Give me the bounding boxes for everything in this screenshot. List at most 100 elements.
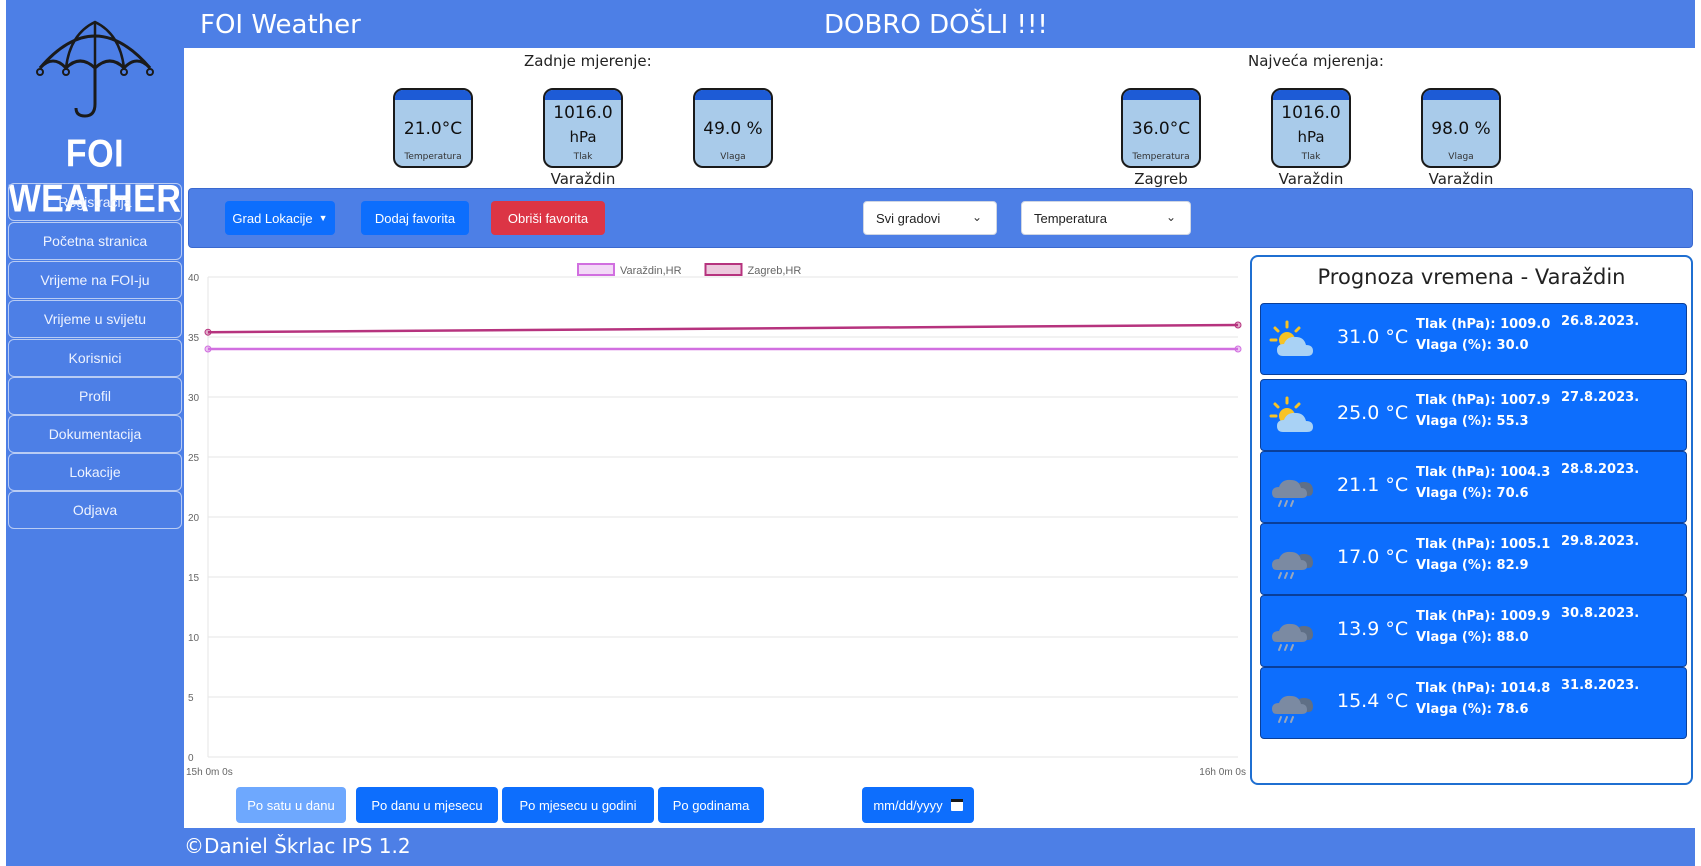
last-humidity-label: Vlaga bbox=[720, 152, 746, 162]
forecast-pressure: Tlak (hPa): 1009.0 bbox=[1416, 317, 1551, 332]
cities-select[interactable]: Svi gradovi ⌄ bbox=[863, 201, 997, 235]
last-temperature-value: 21.0°C bbox=[403, 119, 463, 139]
nav-dokumentacija[interactable]: Dokumentacija bbox=[8, 415, 182, 453]
max-temperature-gauge: 36.0°C Temperatura bbox=[1121, 88, 1201, 168]
max-pressure-unit: hPa bbox=[1297, 128, 1325, 146]
chevron-down-icon: ⌄ bbox=[971, 210, 982, 224]
forecast-date: 28.8.2023. bbox=[1561, 462, 1640, 477]
welcome-message: DOBRO DOŠLI !!! bbox=[824, 10, 1048, 40]
forecast-humidity: Vlaga (%): 82.9 bbox=[1416, 558, 1529, 573]
last-pressure-unit: hPa bbox=[569, 128, 597, 146]
forecast-pressure: Tlak (hPa): 1007.9 bbox=[1416, 393, 1551, 408]
last-temperature-label: Temperatura bbox=[404, 152, 462, 162]
forecast-humidity: Vlaga (%): 55.3 bbox=[1416, 414, 1529, 429]
last-pressure-value: 1016.0 bbox=[553, 103, 613, 123]
by-month-button[interactable]: Po mjesecu u godini bbox=[502, 787, 654, 823]
y-tick-label: 15 bbox=[188, 573, 200, 584]
legend-swatch bbox=[577, 263, 615, 276]
max-measurement-heading: Najveća mjerenja: bbox=[1248, 52, 1384, 70]
city-location-label: Grad Lokacije bbox=[232, 210, 313, 226]
max-humidity-gauge: 98.0 % Vlaga bbox=[1421, 88, 1501, 168]
rain-cloud-icon bbox=[1272, 623, 1313, 651]
nav-vrijeme-na-foi[interactable]: Vrijeme na FOI-ju bbox=[8, 261, 182, 299]
logo: FOI WEATHER bbox=[6, 8, 184, 221]
x-tick-label: 15h 0m 0s bbox=[186, 767, 233, 778]
footer-text: ©Daniel Škrlac IPS 1.2 bbox=[184, 834, 411, 858]
forecast-card: 15.4 °C Tlak (hPa): 1014.8 Vlaga (%): 78… bbox=[1260, 667, 1687, 739]
last-humidity-value: 49.0 % bbox=[703, 119, 763, 139]
forecast-temp: 21.1 °C bbox=[1337, 474, 1409, 496]
y-tick-label: 25 bbox=[188, 453, 200, 464]
caret-down-icon: ▼ bbox=[318, 213, 328, 223]
nav-vrijeme-u-svijetu[interactable]: Vrijeme u svijetu bbox=[8, 300, 182, 338]
rain-cloud-icon bbox=[1272, 551, 1313, 579]
last-pressure-gauge: 1016.0 hPa Tlak bbox=[543, 88, 623, 168]
rain-cloud-icon bbox=[1272, 479, 1313, 507]
add-favorite-button[interactable]: Dodaj favorita bbox=[361, 201, 469, 235]
forecast-pressure: Tlak (hPa): 1009.9 bbox=[1416, 609, 1551, 624]
temperature-chart: 0 5 10 15 20 25 30 35 40 15h 0m 0s 16h 0m 0s Varažd… bbox=[186, 260, 1246, 780]
forecast-temp: 15.4 °C bbox=[1337, 690, 1409, 712]
y-tick-label: 0 bbox=[188, 753, 194, 764]
data-point bbox=[204, 345, 212, 353]
forecast-pressure: Tlak (hPa): 1005.1 bbox=[1416, 537, 1551, 552]
y-tick-label: 20 bbox=[188, 513, 200, 524]
city-location-dropdown[interactable]: Grad Lokacije ▼ bbox=[225, 201, 335, 235]
by-day-button[interactable]: Po danu u mjesecu bbox=[356, 787, 498, 823]
data-point bbox=[1234, 321, 1242, 329]
forecast-date: 29.8.2023. bbox=[1561, 534, 1640, 549]
chart-canvas: 0 5 10 15 20 25 30 35 40 15h 0m 0s 16h 0m 0s Varažd… bbox=[186, 263, 1246, 778]
umbrella-icon bbox=[36, 20, 154, 118]
legend-label: Varaždin,HR bbox=[620, 265, 682, 277]
max-humidity-label: Vlaga bbox=[1448, 152, 1474, 162]
app-root: FOI WEATHER Registracija Početna stranic… bbox=[0, 0, 1701, 866]
forecast-card: 21.1 °C Tlak (hPa): 1004.3 Vlaga (%): 70… bbox=[1260, 451, 1687, 523]
max-pressure-gauge: 1016.0 hPa Tlak bbox=[1271, 88, 1351, 168]
forecast-date: 26.8.2023. bbox=[1561, 314, 1640, 329]
y-tick-label: 40 bbox=[188, 273, 200, 284]
y-tick-label: 10 bbox=[188, 633, 200, 644]
last-humidity-gauge: 49.0 % Vlaga bbox=[693, 88, 773, 168]
y-tick-label: 30 bbox=[188, 393, 200, 404]
forecast-humidity: Vlaga (%): 70.6 bbox=[1416, 486, 1529, 501]
metric-select[interactable]: Temperatura ⌄ bbox=[1021, 201, 1191, 235]
max-temperature-value: 36.0°C bbox=[1131, 119, 1191, 139]
max-temperature-label: Temperatura bbox=[1132, 152, 1190, 162]
max-temperature-city: Zagreb bbox=[1134, 170, 1188, 188]
legend-label: Zagreb,HR bbox=[748, 265, 802, 277]
y-tick-label: 35 bbox=[188, 333, 200, 344]
date-input-placeholder: mm/dd/yyyy bbox=[873, 797, 943, 813]
nav-registracija[interactable]: Registracija bbox=[8, 183, 182, 221]
nav-odjava[interactable]: Odjava bbox=[8, 491, 182, 529]
forecast-temp: 25.0 °C bbox=[1337, 402, 1409, 424]
forecast-title: Prognoza vremena - Varaždin bbox=[1317, 265, 1626, 289]
nav-lokacije[interactable]: Lokacije bbox=[8, 453, 182, 491]
metric-select-value: Temperatura bbox=[1034, 210, 1107, 226]
max-pressure-label: Tlak bbox=[1301, 152, 1321, 162]
cities-select-value: Svi gradovi bbox=[876, 210, 941, 226]
forecast-card: 25.0 °C Tlak (hPa): 1007.9 Vlaga (%): 55… bbox=[1260, 379, 1687, 451]
nav-pocetna-stranica[interactable]: Početna stranica bbox=[8, 222, 182, 260]
forecast-humidity: Vlaga (%): 78.6 bbox=[1416, 702, 1529, 717]
remove-favorite-button[interactable]: Obriši favorita bbox=[491, 201, 605, 235]
nav-korisnici[interactable]: Korisnici bbox=[8, 339, 182, 377]
forecast-temp: 31.0 °C bbox=[1337, 326, 1409, 348]
max-humidity-city: Varaždin bbox=[1428, 170, 1494, 188]
footer: ©Daniel Škrlac IPS 1.2 bbox=[184, 828, 1695, 866]
last-temperature-gauge: 21.0°C Temperatura bbox=[393, 88, 473, 168]
date-input[interactable]: mm/dd/yyyy bbox=[862, 787, 974, 823]
forecast-humidity: Vlaga (%): 88.0 bbox=[1416, 630, 1529, 645]
forecast-humidity: Vlaga (%): 30.0 bbox=[1416, 338, 1529, 353]
rain-cloud-icon bbox=[1272, 695, 1313, 723]
forecast-date: 30.8.2023. bbox=[1561, 606, 1640, 621]
forecast-card: 13.9 °C Tlak (hPa): 1009.9 Vlaga (%): 88… bbox=[1260, 595, 1687, 667]
partly-cloudy-icon bbox=[1269, 320, 1313, 356]
max-humidity-value: 98.0 % bbox=[1431, 119, 1491, 139]
y-tick-label: 5 bbox=[188, 693, 194, 704]
x-tick-label: 16h 0m 0s bbox=[1199, 767, 1246, 778]
by-hour-button[interactable]: Po satu u danu bbox=[236, 787, 346, 823]
series-line bbox=[207, 323, 1239, 334]
sidebar: FOI WEATHER Registracija Početna stranic… bbox=[6, 0, 184, 866]
by-year-button[interactable]: Po godinama bbox=[658, 787, 764, 823]
nav-profil[interactable]: Profil bbox=[8, 377, 182, 415]
